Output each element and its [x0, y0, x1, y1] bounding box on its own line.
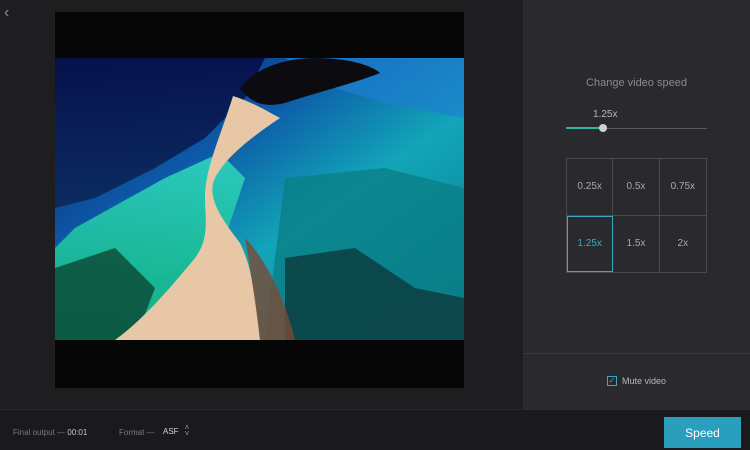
speed-option[interactable]: 0.5x — [613, 159, 660, 216]
speed-option[interactable]: 1.25x — [567, 215, 614, 272]
final-output-label: Final output — — [13, 428, 66, 437]
speed-option[interactable]: 0.75x — [659, 159, 706, 216]
bottom-bar — [0, 409, 750, 450]
panel-divider — [523, 353, 750, 354]
format-select[interactable]: ASF ˄ ˅ — [163, 423, 190, 438]
video-preview-area: ‹ — [0, 0, 523, 409]
speed-options-grid: 0.25x 0.5x 0.75x 1.25x 1.5x 2x — [566, 158, 707, 273]
slider-fill — [566, 127, 603, 129]
checkmark-icon: ✓ — [608, 376, 616, 385]
speed-title: Change video speed — [586, 77, 687, 89]
speed-option[interactable]: 2x — [660, 216, 706, 273]
mute-video-toggle[interactable]: ✓ Mute video — [607, 376, 666, 386]
video-frame-image — [55, 58, 464, 340]
final-output-value: 00:01 — [67, 428, 88, 437]
speed-slider[interactable] — [566, 124, 707, 134]
back-chevron-icon[interactable]: ‹ — [4, 5, 18, 21]
mute-checkbox[interactable]: ✓ — [607, 376, 617, 386]
mute-label: Mute video — [622, 376, 667, 386]
current-speed-label: 1.25x — [593, 109, 618, 120]
format-label: Format — — [119, 428, 155, 437]
format-value: ASF — [163, 426, 179, 436]
up-down-chevron-icon: ˄ ˅ — [184, 423, 190, 438]
final-output-info: Final output — 00:01 — [13, 428, 87, 437]
video-preview[interactable] — [55, 12, 464, 388]
slider-thumb[interactable] — [598, 124, 607, 132]
speed-option[interactable]: 1.5x — [613, 215, 660, 272]
speed-button[interactable]: Speed — [664, 417, 741, 448]
speed-option[interactable]: 0.25x — [567, 159, 614, 216]
